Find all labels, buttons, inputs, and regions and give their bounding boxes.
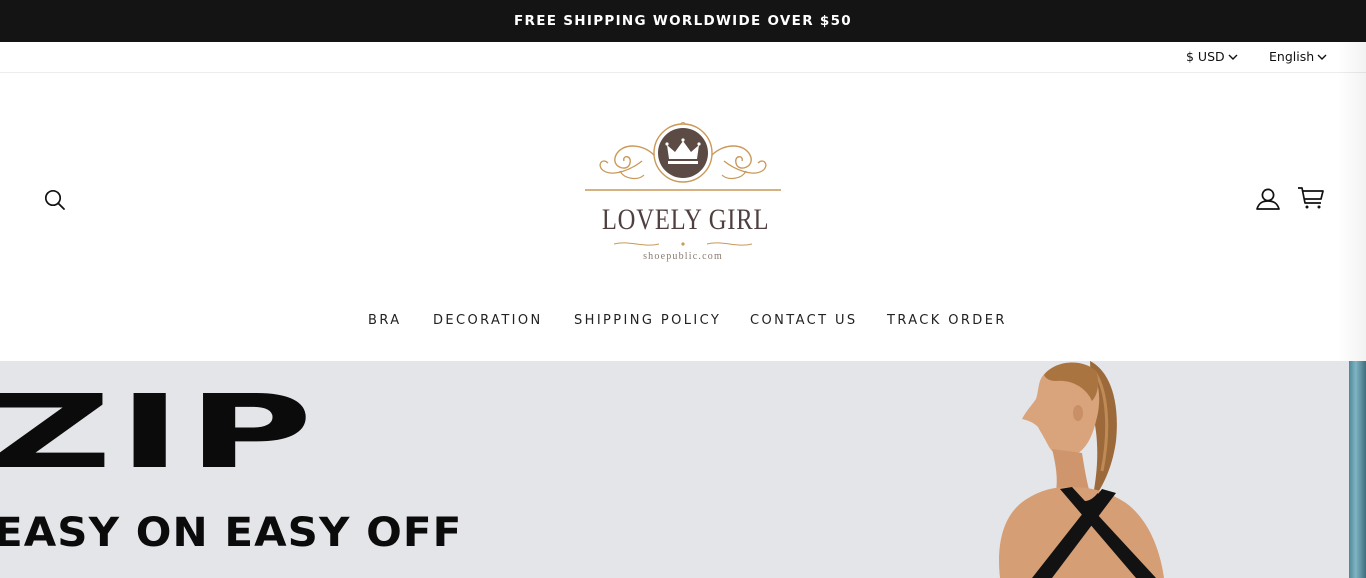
search-button[interactable] (43, 188, 67, 212)
chevron-down-icon (1228, 54, 1238, 60)
main-nav: BRA DECORATION SHIPPING POLICY CONTACT U… (0, 313, 1366, 333)
hero-headline: ZIP (0, 372, 319, 492)
nav-item-decoration[interactable]: DECORATION (433, 313, 543, 328)
currency-label: $ USD (1186, 49, 1225, 64)
chevron-down-icon (1317, 54, 1327, 60)
nav-item-track-order[interactable]: TRACK ORDER (887, 313, 1007, 328)
language-label: English (1269, 49, 1315, 64)
nav-item-contact-us[interactable]: CONTACT US (750, 313, 858, 328)
logo-url: shoepublic.com (643, 251, 723, 262)
model-photo (999, 361, 1164, 578)
logo-ornament-icon (613, 242, 753, 246)
user-icon (1256, 188, 1280, 210)
cart-icon (1298, 187, 1324, 209)
announcement-text: FREE SHIPPING WORLDWIDE OVER $50 (514, 13, 852, 29)
account-button[interactable] (1255, 186, 1281, 212)
search-icon (44, 189, 65, 210)
language-selector[interactable]: English (1269, 49, 1327, 64)
hero-banner[interactable]: ZIP EASY ON EASY OFF (0, 361, 1366, 578)
next-slide-peek[interactable] (1349, 361, 1366, 578)
announcement-bar: FREE SHIPPING WORLDWIDE OVER $50 (0, 0, 1366, 42)
crown-emblem-icon (585, 122, 781, 191)
nav-item-bra[interactable]: BRA (368, 313, 402, 328)
nav-item-shipping-policy[interactable]: SHIPPING POLICY (574, 313, 721, 328)
hero-subheadline: EASY ON EASY OFF (0, 510, 463, 556)
logo-title: LOVELY GIRL (601, 203, 770, 236)
currency-selector[interactable]: $ USD (1186, 49, 1238, 64)
cart-button[interactable] (1297, 186, 1325, 210)
utility-bar: $ USD English (0, 42, 1366, 73)
store-logo[interactable]: LOVELY GIRL shoepublic.com (584, 121, 782, 269)
